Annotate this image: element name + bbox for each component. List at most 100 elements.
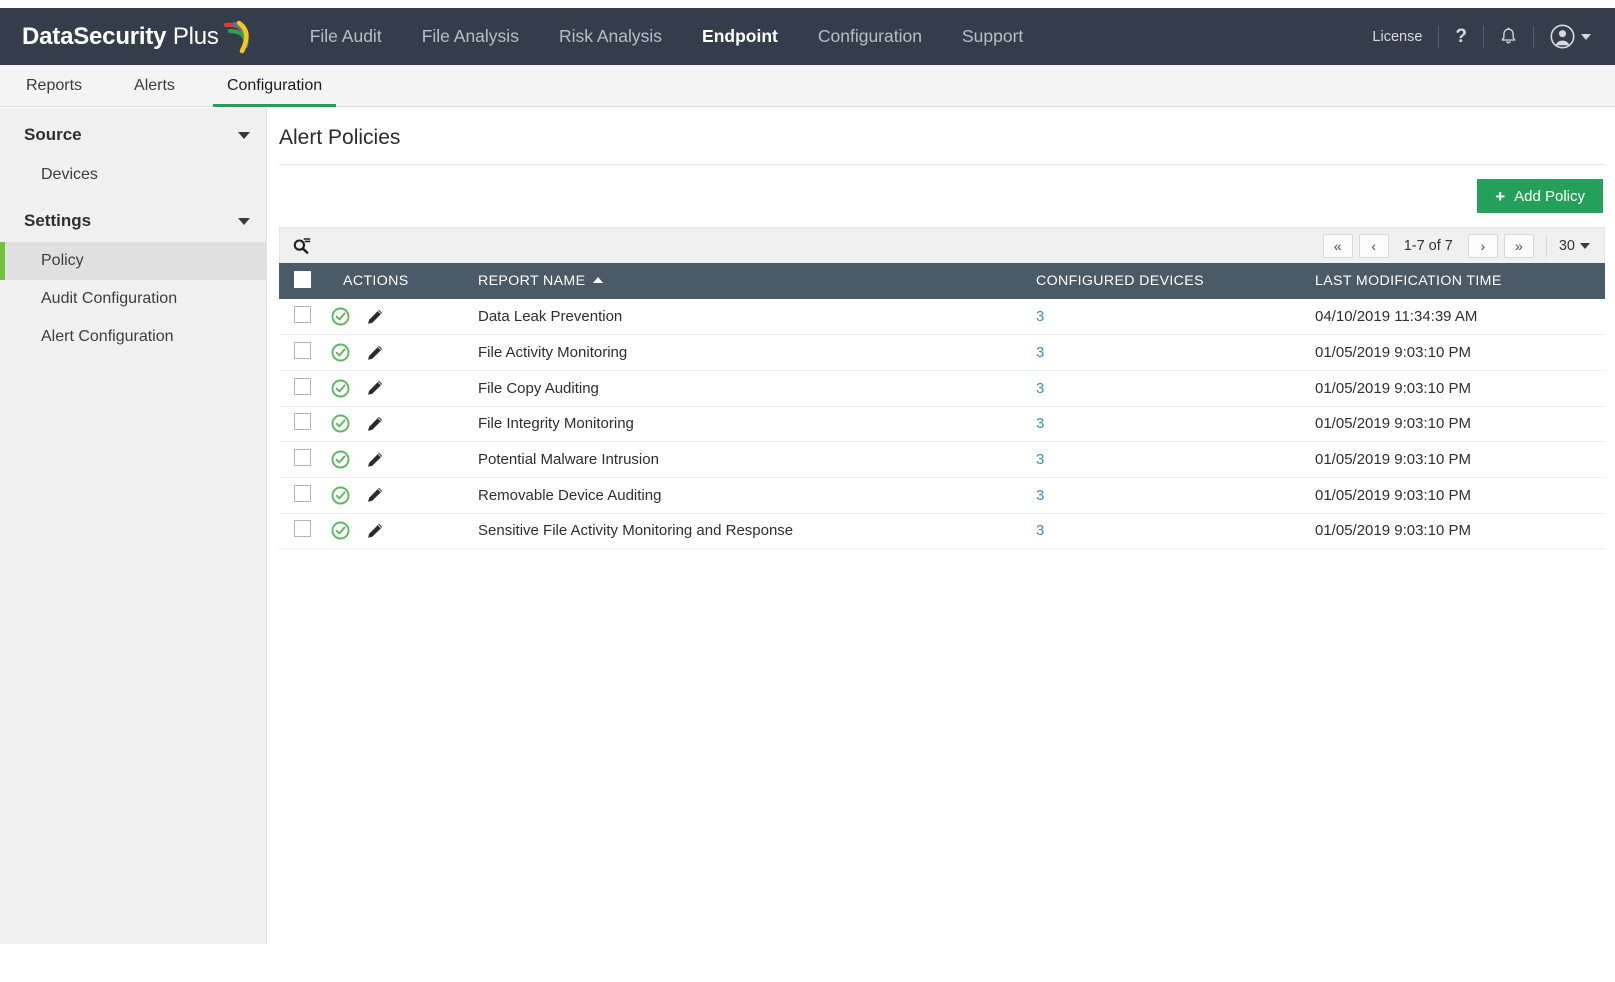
help-button[interactable]: ? xyxy=(1439,26,1483,48)
nav-item-file-analysis[interactable]: File Analysis xyxy=(402,8,539,65)
nav-item-support[interactable]: Support xyxy=(942,8,1043,65)
sort-ascending-icon xyxy=(593,277,603,283)
notification-bell-icon xyxy=(1500,27,1517,46)
sidebar-item-devices[interactable]: Devices xyxy=(0,156,266,194)
row-configured-devices-cell: 3 xyxy=(1025,513,1305,549)
nav-item-file-audit[interactable]: File Audit xyxy=(290,8,402,65)
toggle-status-button[interactable] xyxy=(331,379,350,398)
configured-devices-link[interactable]: 3 xyxy=(1036,522,1044,539)
configured-devices-link[interactable]: 3 xyxy=(1036,451,1044,468)
add-policy-button[interactable]: + Add Policy xyxy=(1477,179,1603,213)
row-actions-cell xyxy=(327,370,467,406)
row-last-modification-time: 01/05/2019 9:03:10 PM xyxy=(1305,442,1605,478)
sidebar-group-label: Source xyxy=(24,125,82,145)
row-last-modification-time: 01/05/2019 9:03:10 PM xyxy=(1305,513,1605,549)
edit-policy-button[interactable] xyxy=(366,344,384,362)
nav-item-risk-analysis[interactable]: Risk Analysis xyxy=(539,8,682,65)
sidebar: Source Devices Settings Policy Audit Con… xyxy=(0,108,267,944)
logo-swoosh-icon xyxy=(222,20,252,54)
search-filter-icon xyxy=(292,236,311,255)
subnav-item-reports[interactable]: Reports xyxy=(0,65,108,107)
row-last-modification-time: 01/05/2019 9:03:10 PM xyxy=(1305,406,1605,442)
row-configured-devices-cell: 3 xyxy=(1025,370,1305,406)
row-actions-cell xyxy=(327,513,467,549)
plus-icon: + xyxy=(1495,188,1505,205)
last-page-button[interactable]: » xyxy=(1504,234,1534,258)
first-page-button[interactable]: « xyxy=(1323,234,1353,258)
nav-item-endpoint[interactable]: Endpoint xyxy=(682,8,798,65)
edit-policy-button[interactable] xyxy=(366,308,384,326)
configured-devices-link[interactable]: 3 xyxy=(1036,487,1044,504)
chevron-down-icon xyxy=(238,132,250,139)
column-header-last-modification-time[interactable]: LAST MODIFICATION TIME xyxy=(1305,263,1605,299)
user-menu[interactable] xyxy=(1534,24,1601,49)
sidebar-group-settings[interactable]: Settings xyxy=(0,200,266,242)
select-all-header xyxy=(279,263,327,299)
app-logo[interactable]: DataSecurity Plus xyxy=(22,20,252,54)
column-header-configured-devices[interactable]: CONFIGURED DEVICES xyxy=(1025,263,1305,299)
row-report-name: Removable Device Auditing xyxy=(467,477,1025,513)
table-row[interactable]: Potential Malware Intrusion 3 01/05/2019 9… xyxy=(279,442,1605,478)
subnav-item-configuration[interactable]: Configuration xyxy=(201,65,348,107)
row-checkbox[interactable] xyxy=(294,485,311,502)
column-header-actions[interactable]: ACTIONS xyxy=(327,263,467,299)
row-checkbox[interactable] xyxy=(294,520,311,537)
row-checkbox[interactable] xyxy=(294,306,311,323)
table-row[interactable]: File Copy Auditing301/05/2019 9:03:10 PM xyxy=(279,370,1605,406)
configured-devices-link[interactable]: 3 xyxy=(1036,344,1044,361)
search-filter-button[interactable] xyxy=(292,236,311,255)
edit-pencil-icon xyxy=(366,308,384,326)
row-report-name: File Activity Monitoring xyxy=(467,335,1025,371)
configured-devices-link[interactable]: 3 xyxy=(1036,308,1044,325)
toggle-status-button[interactable] xyxy=(331,521,350,540)
table-header-row: ACTIONS REPORT NAME CONFIGURED DEVICES L… xyxy=(279,263,1605,299)
table-row[interactable]: File Activity Monitoring301/05/2019 9:03… xyxy=(279,335,1605,371)
toggle-status-button[interactable] xyxy=(331,450,350,469)
row-checkbox[interactable] xyxy=(294,342,311,359)
pagination-divider xyxy=(1546,235,1547,257)
row-checkbox[interactable] xyxy=(294,413,311,430)
prev-page-button[interactable]: ‹ xyxy=(1359,234,1389,258)
configured-devices-link[interactable]: 3 xyxy=(1036,380,1044,397)
sidebar-item-audit-configuration[interactable]: Audit Configuration xyxy=(0,280,266,318)
edit-policy-button[interactable] xyxy=(366,486,384,504)
toggle-status-button[interactable] xyxy=(331,343,350,362)
edit-policy-button[interactable] xyxy=(366,522,384,540)
edit-policy-button[interactable] xyxy=(366,379,384,397)
row-select-cell xyxy=(279,370,327,406)
row-select-cell xyxy=(279,335,327,371)
table-row[interactable]: File Integrity Monitoring301/05/2019 9:0… xyxy=(279,406,1605,442)
status-enabled-check-icon xyxy=(331,307,350,326)
chevron-down-icon xyxy=(1580,243,1590,249)
table-row[interactable]: Sensitive File Activity Monitoring and R… xyxy=(279,513,1605,549)
content-toolbar: + Add Policy xyxy=(268,165,1615,213)
edit-pencil-icon xyxy=(366,415,384,433)
edit-policy-button[interactable] xyxy=(366,451,384,469)
row-report-name: Potential Malware Intrusion xyxy=(467,442,1025,478)
chevron-down-icon xyxy=(238,218,250,225)
table-row[interactable]: Removable Device Auditing301/05/2019 9:0… xyxy=(279,477,1605,513)
row-checkbox[interactable] xyxy=(294,449,311,466)
toggle-status-button[interactable] xyxy=(331,486,350,505)
row-report-name: Data Leak Prevention xyxy=(467,299,1025,335)
pagination-range: 1-7 of 7 xyxy=(1395,238,1462,254)
column-header-report-name[interactable]: REPORT NAME xyxy=(467,263,1025,299)
edit-policy-button[interactable] xyxy=(366,415,384,433)
main-content: Alert Policies + Add Policy « ‹ 1-7 of 7… xyxy=(268,108,1615,982)
table-row[interactable]: Data Leak Prevention304/10/2019 11:34:39… xyxy=(279,299,1605,335)
subnav-item-alerts[interactable]: Alerts xyxy=(108,65,201,107)
select-all-checkbox[interactable] xyxy=(294,271,311,288)
notifications-button[interactable] xyxy=(1484,27,1533,46)
row-checkbox[interactable] xyxy=(294,378,311,395)
toggle-status-button[interactable] xyxy=(331,414,350,433)
license-link[interactable]: License xyxy=(1356,29,1438,45)
toggle-status-button[interactable] xyxy=(331,307,350,326)
next-page-button[interactable]: › xyxy=(1468,234,1498,258)
sidebar-item-policy[interactable]: Policy xyxy=(0,242,266,280)
nav-item-configuration[interactable]: Configuration xyxy=(798,8,942,65)
sidebar-group-source[interactable]: Source xyxy=(0,114,266,156)
row-last-modification-time: 01/05/2019 9:03:10 PM xyxy=(1305,370,1605,406)
page-size-select[interactable]: 30 xyxy=(1559,238,1592,254)
configured-devices-link[interactable]: 3 xyxy=(1036,415,1044,432)
sidebar-item-alert-configuration[interactable]: Alert Configuration xyxy=(0,318,266,356)
